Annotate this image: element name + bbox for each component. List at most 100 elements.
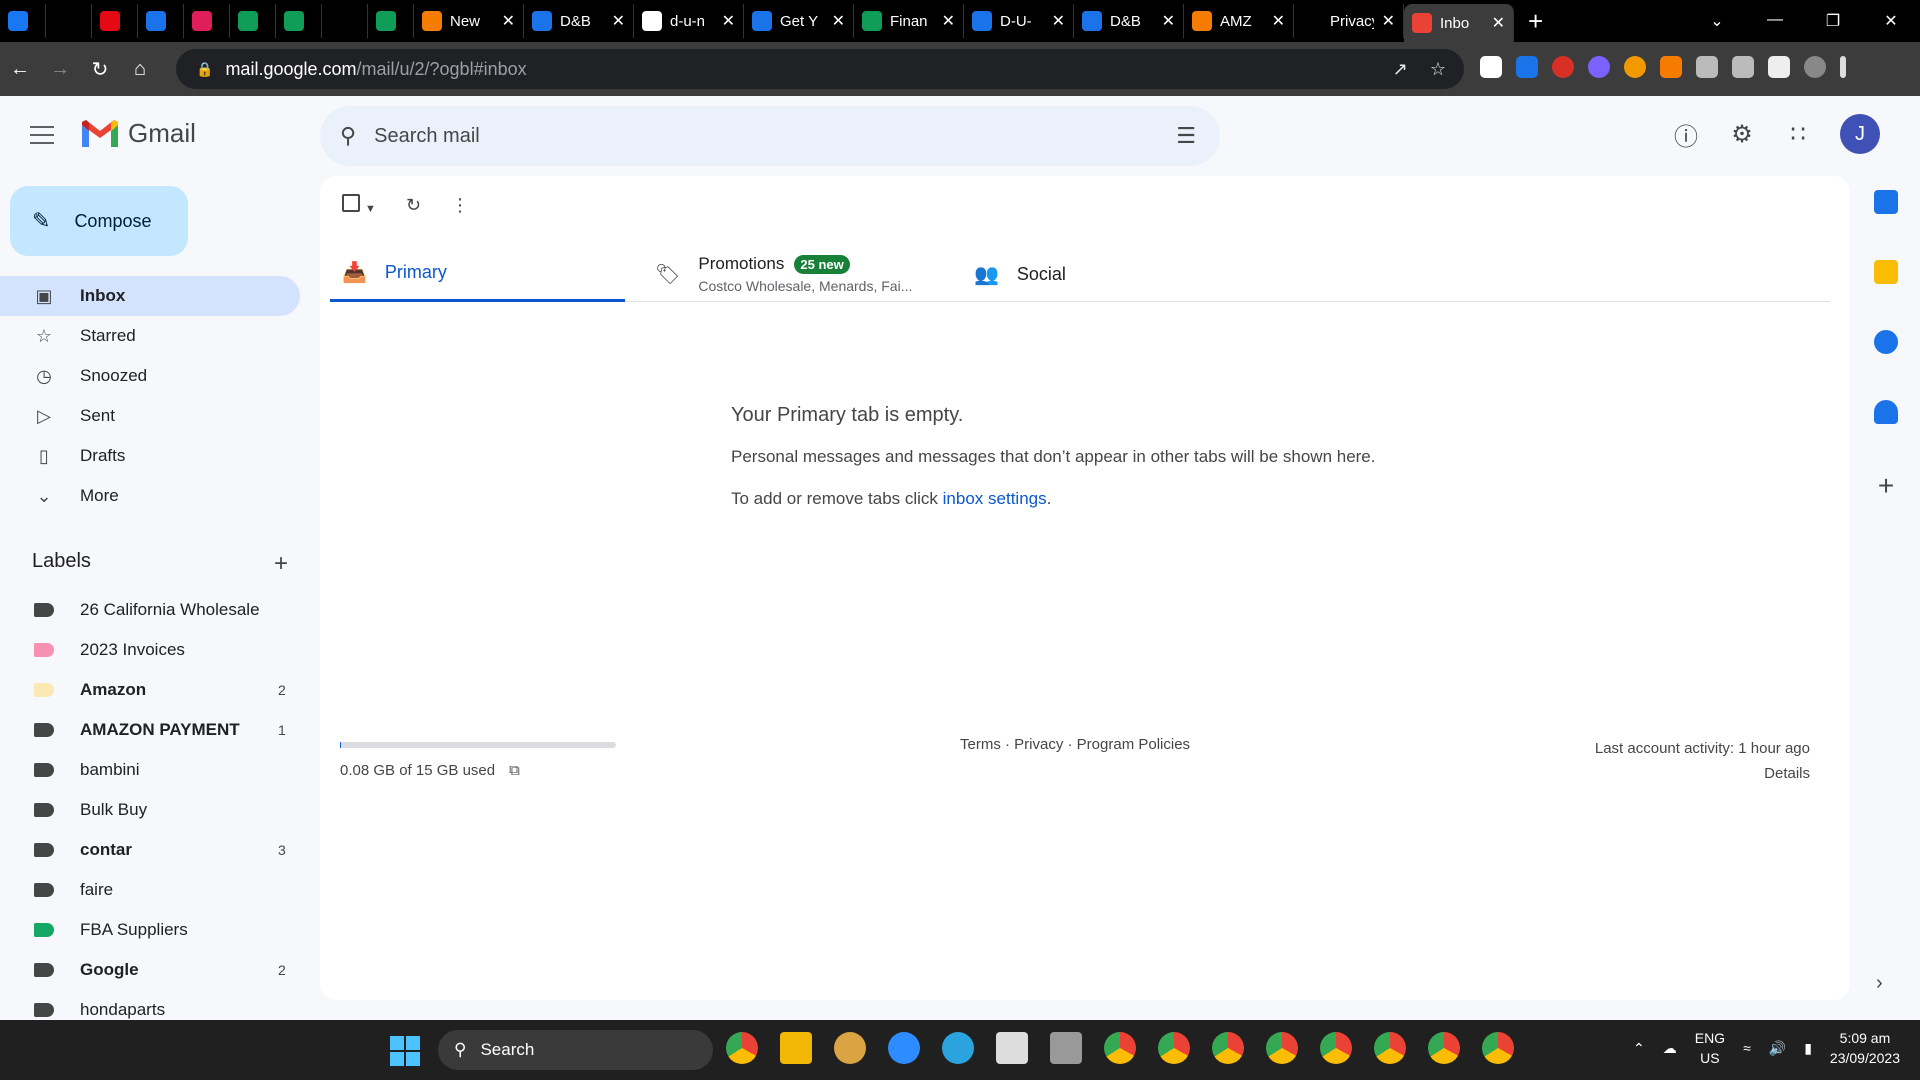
minimize-icon[interactable]: — xyxy=(1746,11,1804,31)
tab-promotions[interactable]: 🏷 Promotions 25 new Costco Wholesale, Men… xyxy=(655,246,955,302)
share-icon[interactable]: ↗ xyxy=(1393,59,1408,80)
close-tab-icon[interactable]: ✕ xyxy=(1492,13,1505,33)
sidebar-item-snoozed[interactable]: ◷ Snoozed xyxy=(0,356,300,396)
external-link-icon[interactable]: ⧉ xyxy=(509,762,520,779)
select-all-checkbox[interactable]: ▼ xyxy=(342,194,376,217)
chrome-icon[interactable] xyxy=(1320,1032,1352,1064)
tab-primary[interactable]: 📥 Primary xyxy=(330,246,625,302)
browser-tab[interactable]: AMZ ✕ xyxy=(1184,4,1294,38)
refresh-icon[interactable]: ↻ xyxy=(406,195,421,216)
extension-icon[interactable] xyxy=(1552,56,1574,78)
browser-tab[interactable]: New ✕ xyxy=(414,4,524,38)
close-tab-icon[interactable]: ✕ xyxy=(832,11,845,31)
more-options-icon[interactable]: ⋮ xyxy=(451,195,469,216)
language-indicator[interactable]: ENG US xyxy=(1695,1028,1725,1068)
chevron-right-icon[interactable]: › xyxy=(1876,972,1883,995)
label-item[interactable]: bambini xyxy=(0,750,300,790)
taskbar-search[interactable]: ⚲ Search xyxy=(438,1030,713,1070)
chrome-icon[interactable] xyxy=(1104,1032,1136,1064)
footer-links[interactable]: Terms · Privacy · Program Policies xyxy=(960,736,1190,753)
browser-tab[interactable] xyxy=(0,4,46,38)
onedrive-icon[interactable]: ☁ xyxy=(1663,1040,1677,1057)
sidebar-item-drafts[interactable]: ▯ Drafts xyxy=(0,436,300,476)
label-item[interactable]: contar 3 xyxy=(0,830,300,870)
account-avatar[interactable]: J xyxy=(1840,114,1880,154)
label-item[interactable]: AMAZON PAYMENT 1 xyxy=(0,710,300,750)
zoom-icon[interactable] xyxy=(888,1032,920,1064)
chrome-icon[interactable] xyxy=(726,1032,758,1064)
extension-icon[interactable] xyxy=(1516,56,1538,78)
browser-tab[interactable]: Finan ✕ xyxy=(854,4,964,38)
volume-icon[interactable]: 🔊 xyxy=(1769,1040,1786,1057)
label-item[interactable]: Bulk Buy xyxy=(0,790,300,830)
file-explorer-icon[interactable] xyxy=(780,1032,812,1064)
browser-tab[interactable] xyxy=(276,4,322,38)
url-field[interactable]: 🔒 mail.google.com/mail/u/2/?ogbl#inbox ↗… xyxy=(176,49,1464,89)
label-item[interactable]: 2023 Invoices xyxy=(0,630,300,670)
sidebar-item-starred[interactable]: ☆ Starred xyxy=(0,316,300,356)
extension-icon[interactable] xyxy=(1660,56,1682,78)
details-link[interactable]: Details xyxy=(1595,761,1810,786)
browser-tab[interactable]: D&B ✕ xyxy=(524,4,634,38)
close-tab-icon[interactable]: ✕ xyxy=(1382,11,1395,31)
apps-grid-icon[interactable]: ∷ xyxy=(1784,120,1812,149)
extension-icon[interactable] xyxy=(1588,56,1610,78)
windows-start-icon[interactable] xyxy=(390,1036,420,1066)
close-tab-icon[interactable]: ✕ xyxy=(1162,11,1175,31)
browser-tab[interactable] xyxy=(92,4,138,38)
sidebar-item-inbox[interactable]: ▣ Inbox xyxy=(0,276,300,316)
browser-tab[interactable]: Get Y ✕ xyxy=(744,4,854,38)
browser-tab[interactable]: D&B ✕ xyxy=(1074,4,1184,38)
back-icon[interactable]: ← xyxy=(0,58,40,81)
browser-tab[interactable]: D-U- ✕ xyxy=(964,4,1074,38)
settings-gear-icon[interactable]: ⚙ xyxy=(1728,120,1756,149)
browser-tab[interactable] xyxy=(184,4,230,38)
snipping-tool-icon[interactable] xyxy=(996,1032,1028,1064)
label-item[interactable]: FBA Suppliers xyxy=(0,910,300,950)
browser-tab[interactable] xyxy=(46,4,92,38)
contacts-icon[interactable] xyxy=(1874,400,1898,424)
inbox-settings-link[interactable]: inbox settings xyxy=(943,489,1047,508)
browser-tab[interactable] xyxy=(230,4,276,38)
sidepanel-icon[interactable] xyxy=(1768,56,1790,78)
extension-icon[interactable] xyxy=(1480,56,1502,78)
browser-tab[interactable] xyxy=(138,4,184,38)
keep-icon[interactable] xyxy=(1874,260,1898,284)
close-tab-icon[interactable]: ✕ xyxy=(502,11,515,31)
label-item[interactable]: 26 California Wholesale xyxy=(0,590,300,630)
profile-avatar-icon[interactable] xyxy=(1804,56,1826,78)
label-item[interactable]: Google 2 xyxy=(0,950,300,990)
chevron-down-icon[interactable]: ▼ xyxy=(365,203,376,215)
label-item[interactable]: faire xyxy=(0,870,300,910)
kebab-menu-icon[interactable] xyxy=(1840,56,1846,78)
reload-icon[interactable]: ↻ xyxy=(80,57,120,82)
puzzle-icon[interactable] xyxy=(1696,56,1718,78)
forward-icon[interactable]: → xyxy=(40,58,80,81)
wifi-icon[interactable]: ≈ xyxy=(1743,1040,1751,1056)
gmail-logo[interactable]: Gmail xyxy=(80,118,196,149)
search-input[interactable]: Search mail xyxy=(374,125,480,148)
clock[interactable]: 5:09 am 23/09/2023 xyxy=(1830,1028,1900,1068)
tasks-icon[interactable] xyxy=(1874,330,1898,354)
calendar-icon[interactable] xyxy=(1874,190,1898,214)
browser-tab[interactable] xyxy=(368,4,414,38)
chevron-up-icon[interactable]: ⌃ xyxy=(1633,1040,1645,1057)
sidebar-item-sent[interactable]: ▷ Sent xyxy=(0,396,300,436)
compose-button[interactable]: ✎ Compose xyxy=(10,186,188,256)
chrome-icon[interactable] xyxy=(1374,1032,1406,1064)
browser-tab[interactable]: Inbo ✕ xyxy=(1404,4,1514,42)
browser-tab[interactable] xyxy=(322,4,368,38)
app-icon[interactable] xyxy=(834,1032,866,1064)
search-icon[interactable]: ⚲ xyxy=(340,123,356,149)
new-tab-button[interactable]: + xyxy=(1514,6,1557,37)
media-icon[interactable] xyxy=(1732,56,1754,78)
restore-icon[interactable]: ❐ xyxy=(1804,11,1862,31)
main-menu-icon[interactable] xyxy=(30,126,54,150)
battery-icon[interactable]: ▮ xyxy=(1804,1040,1812,1057)
home-icon[interactable]: ⌂ xyxy=(120,58,160,81)
close-tab-icon[interactable]: ✕ xyxy=(942,11,955,31)
bookmark-star-icon[interactable]: ☆ xyxy=(1430,59,1446,80)
close-tab-icon[interactable]: ✕ xyxy=(722,11,735,31)
add-label-icon[interactable]: + xyxy=(274,550,288,578)
chrome-icon[interactable] xyxy=(1482,1032,1514,1064)
